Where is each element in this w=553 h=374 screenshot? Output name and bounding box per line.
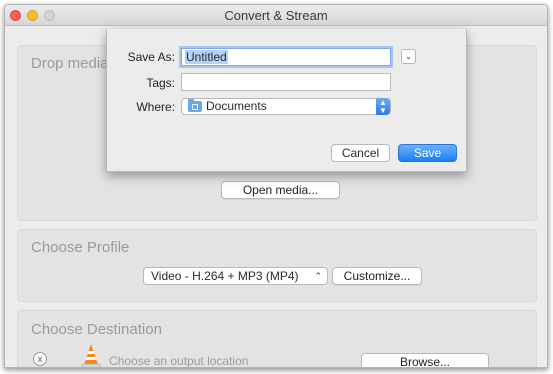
save-as-value: Untitled xyxy=(185,50,228,64)
output-location-text: Choose an output location xyxy=(109,354,249,368)
save-button[interactable]: Save xyxy=(398,144,457,162)
folder-icon xyxy=(188,99,202,112)
cancel-button[interactable]: Cancel xyxy=(331,144,390,162)
drop-media-title: Drop media xyxy=(31,55,109,72)
browse-button[interactable]: Browse... xyxy=(361,353,489,367)
where-popup[interactable]: Documents ▲ ▼ xyxy=(181,98,391,115)
title-bar: Convert & Stream xyxy=(5,5,547,26)
window-title: Convert & Stream xyxy=(224,8,328,23)
vlc-cone-icon xyxy=(81,344,101,367)
clear-destination-button[interactable]: x xyxy=(33,352,47,366)
where-label: Where: xyxy=(136,100,175,114)
save-sheet: Save As: Untitled ⌄ Tags: Where: Documen… xyxy=(106,29,467,172)
up-down-arrows-icon: ▲ ▼ xyxy=(376,98,390,115)
tags-field[interactable] xyxy=(181,73,391,91)
chevron-down-icon[interactable]: ⌄ xyxy=(401,49,416,64)
up-down-arrows-icon: ⌃ xyxy=(314,271,322,281)
tags-label: Tags: xyxy=(146,76,175,90)
open-media-button[interactable]: Open media... xyxy=(221,181,340,199)
profile-select[interactable]: Video - H.264 + MP3 (MP4) ⌃ xyxy=(143,267,328,285)
profile-select-value: Video - H.264 + MP3 (MP4) xyxy=(151,269,299,283)
choose-destination-title: Choose Destination xyxy=(31,321,162,338)
main-window: Convert & Stream Drop media Open media..… xyxy=(4,4,548,368)
choose-profile-panel: Choose Profile Video - H.264 + MP3 (MP4)… xyxy=(17,229,537,302)
save-as-label: Save As: xyxy=(127,50,175,64)
customize-button[interactable]: Customize... xyxy=(332,267,422,285)
save-as-field[interactable]: Untitled xyxy=(181,48,391,66)
choose-profile-title: Choose Profile xyxy=(31,239,130,256)
choose-destination-panel: Choose Destination x Choose an output lo… xyxy=(17,310,537,368)
where-value: Documents xyxy=(206,99,267,113)
